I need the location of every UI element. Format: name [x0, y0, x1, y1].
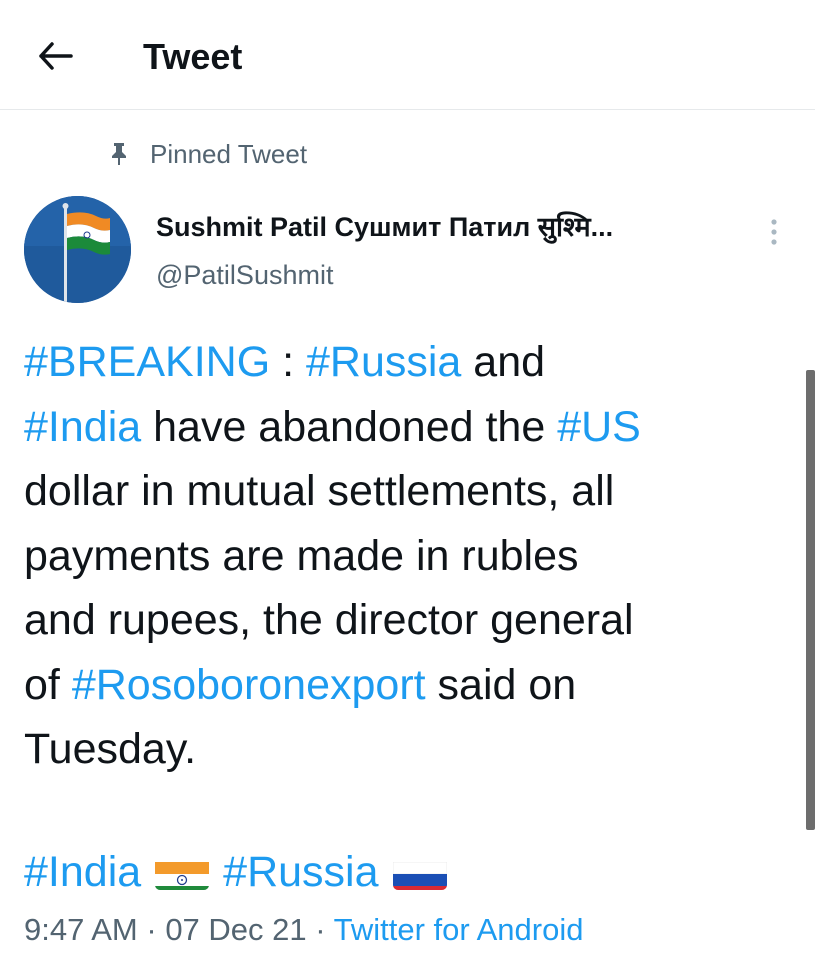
page-title: Tweet — [143, 36, 243, 77]
tweet-hashtags-line: #India #Russia — [24, 842, 461, 902]
hashtag-india[interactable]: #India — [24, 842, 141, 902]
pin-icon — [108, 141, 130, 167]
hashtag-russia[interactable]: #Russia — [223, 842, 378, 902]
india-flag-icon — [155, 854, 210, 890]
tweet-text-line: Tuesday. — [24, 717, 794, 782]
tweet-text-segment: and — [461, 338, 546, 386]
tweet-text-line: of #Rosoboronexport said on — [24, 653, 794, 718]
scrollbar[interactable] — [806, 370, 815, 830]
hashtag-link[interactable]: #BREAKING — [24, 338, 270, 386]
tweet-detail-screen: Tweet Pinned Tweet Sushmit Patil Сушмит … — [0, 0, 815, 960]
meta-separator: · — [137, 912, 166, 947]
tweet-text-segment: payments are made in rubles — [24, 531, 579, 580]
flag-on-pole-avatar — [24, 196, 131, 303]
tweet-time: 9:47 AM — [24, 912, 138, 947]
tweet-text-segment: have abandoned the — [141, 402, 558, 451]
top-app-bar: Tweet — [0, 0, 815, 110]
hashtag-link[interactable]: #India — [24, 403, 141, 451]
author-name[interactable]: Sushmit Patil Сушмит Патил सुश्मि... — [156, 210, 756, 244]
pinned-label: Pinned Tweet — [150, 138, 308, 169]
hashtag-link[interactable]: #US — [557, 403, 641, 451]
hashtag-link[interactable]: #Rosoboronexport — [72, 661, 426, 709]
arrow-left-icon — [39, 42, 73, 70]
avatar[interactable] — [24, 196, 131, 303]
tweet-date: 07 Dec 21 — [165, 912, 307, 947]
pinned-indicator: Pinned Tweet — [108, 138, 307, 170]
tweet-text-line: dollar in mutual settlements, all — [24, 459, 794, 524]
meta-separator: · — [306, 912, 334, 947]
tweet-source-link[interactable]: Twitter for Android — [334, 912, 584, 947]
hashtag-link[interactable]: #Russia — [306, 338, 461, 386]
more-vertical-icon — [771, 219, 777, 245]
tweet-text-segment: : — [270, 338, 306, 386]
tweet-text-segment: Tuesday. — [24, 725, 197, 773]
tweet-text-line: #BREAKING : #Russia and — [24, 330, 794, 395]
tweet-meta: 9:47 AM · 07 Dec 21 · Twitter for Androi… — [24, 910, 583, 950]
tweet-text: #BREAKING : #Russia and #India have aband… — [24, 330, 794, 782]
tweet-text-line: #India have abandoned the #US — [24, 395, 794, 460]
author-handle[interactable]: @PatilSushmit — [156, 258, 333, 292]
tweet-text-segment: said on — [425, 660, 577, 709]
tweet-text-segment: and rupees, the director general — [24, 596, 634, 644]
russia-flag-icon — [392, 854, 447, 890]
tweet-text-segment: dollar in mutual settlements, all — [24, 467, 615, 515]
more-options-button[interactable] — [762, 212, 786, 252]
back-button[interactable] — [36, 36, 76, 76]
tweet-text-line: payments are made in rubles — [24, 524, 794, 589]
tweet-text-segment: of — [24, 660, 72, 709]
tweet-text-line: and rupees, the director general — [24, 588, 794, 653]
